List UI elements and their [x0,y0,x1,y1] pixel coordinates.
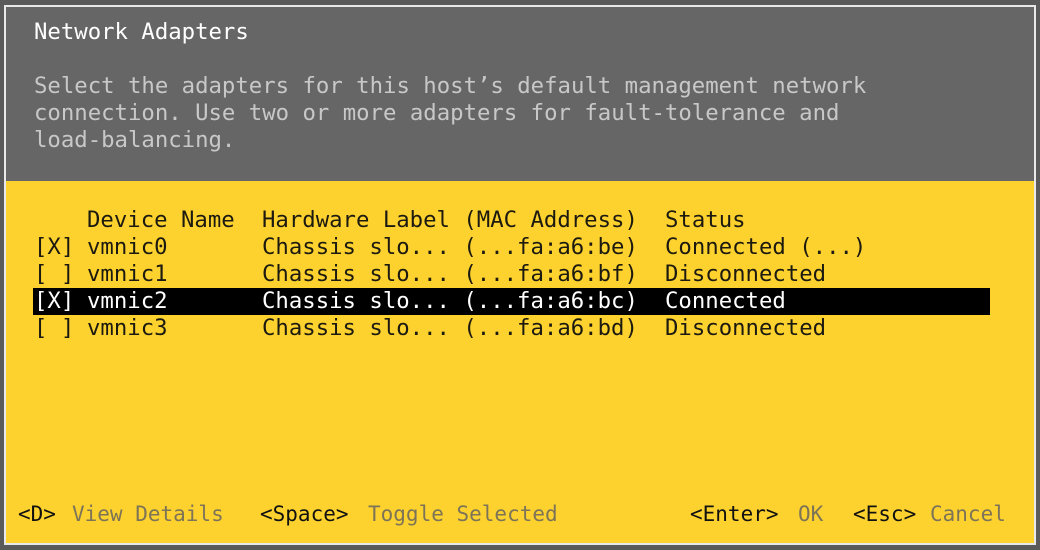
table-header: Device Name Hardware Label (MAC Address)… [33,207,990,234]
cancel-label[interactable]: Cancel [930,501,1006,527]
device-name: vmnic0 [87,234,168,260]
column-status: Status [665,207,746,233]
adapter-checkbox[interactable]: [ ] [34,261,74,288]
hardware-label: Chassis slo... (...fa:a6:bf) [262,261,638,287]
description-line: load-balancing. [34,127,236,153]
description-line: Select the adapters for this host’s defa… [34,73,867,99]
hardware-label: Chassis slo... (...fa:a6:be) [262,234,638,260]
column-hardware-label: Hardware Label (MAC Address) [262,207,638,233]
adapter-row[interactable]: [X] vmnic2 Chassis slo... (...fa:a6:bc) Con… [33,288,990,315]
dialog-body: Device Name Hardware Label (MAC Address)… [6,181,1034,543]
adapter-row[interactable]: [X] vmnic0 Chassis slo... (...fa:a6:be) Con… [33,234,990,261]
adapter-status: Connected [665,288,786,314]
toggle-selected-label[interactable]: Toggle Selected [368,501,558,527]
network-adapters-dialog: Network Adapters Select the adapters for… [4,5,1036,545]
adapter-row[interactable]: [ ] vmnic3 Chassis slo... (...fa:a6:bd) Dis… [33,315,990,342]
adapter-status: Disconnected [665,315,827,341]
toggle-selected-key[interactable]: <Space> [260,501,349,527]
dialog-header: Network Adapters Select the adapters for… [6,7,1034,181]
column-device-name: Device Name [87,207,235,233]
dialog-title: Network Adapters [34,19,249,45]
view-details-key[interactable]: <D> [18,501,56,527]
hardware-label: Chassis slo... (...fa:a6:bc) [262,288,638,314]
description-line: connection. Use two or more adapters for… [34,100,840,126]
cancel-key[interactable]: <Esc> [853,501,916,527]
device-name: vmnic2 [87,288,168,314]
device-name: vmnic3 [87,315,168,341]
adapter-checkbox[interactable]: [X] [34,234,74,261]
ok-key[interactable]: <Enter> [690,501,779,527]
adapter-checkbox[interactable]: [X] [34,288,74,315]
adapter-status: Disconnected [665,261,827,287]
adapter-status: Connected (...) [665,234,867,260]
device-name: vmnic1 [87,261,168,287]
hardware-label: Chassis slo... (...fa:a6:bd) [262,315,638,341]
ok-label[interactable]: OK [798,501,823,527]
adapter-checkbox[interactable]: [ ] [34,315,74,342]
adapter-row[interactable]: [ ] vmnic1 Chassis slo... (...fa:a6:bf) Dis… [33,261,990,288]
view-details-label[interactable]: View Details [72,501,224,527]
